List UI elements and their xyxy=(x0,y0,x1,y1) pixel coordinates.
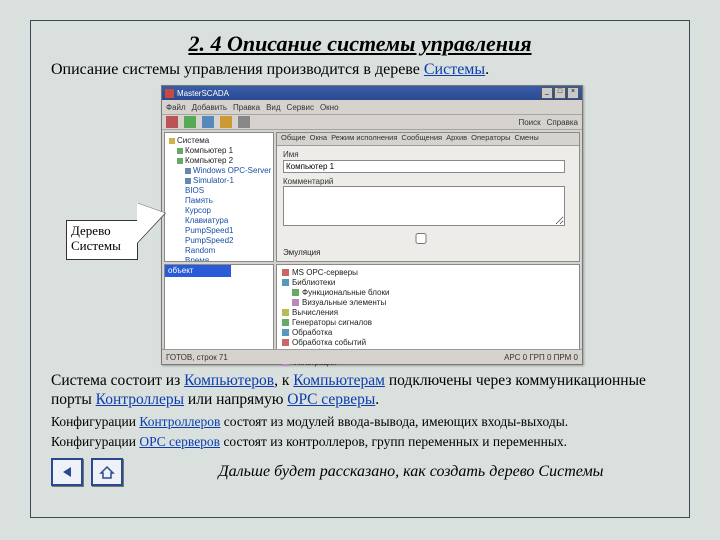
intro-link-system[interactable]: Системы xyxy=(424,61,485,78)
link-computers[interactable]: Компьютеров xyxy=(184,372,274,389)
menubar: Файл Добавить Правка Вид Сервис Окно xyxy=(162,100,582,115)
menu-item[interactable]: Сервис xyxy=(287,103,314,112)
menu-item[interactable]: Добавить xyxy=(192,103,227,112)
tb-icon[interactable] xyxy=(184,116,196,128)
tb-icon[interactable] xyxy=(166,116,178,128)
tb-icon[interactable] xyxy=(202,116,214,128)
window-title: MasterSCADA xyxy=(177,89,229,98)
comment-input[interactable] xyxy=(283,186,565,226)
page-heading: 2. 4 Описание системы управления xyxy=(51,31,669,57)
prop-tab[interactable]: Операторы xyxy=(471,133,510,145)
prop-tab[interactable]: Смены xyxy=(514,133,538,145)
paragraph-2: Конфигурации Контроллеров состоят из мод… xyxy=(51,414,669,430)
link-opc-cfg[interactable]: OPC серверов xyxy=(139,434,220,449)
home-icon xyxy=(99,465,115,479)
link-controllers[interactable]: Контроллеры xyxy=(96,391,184,408)
prop-tab[interactable]: Окна xyxy=(310,133,327,145)
menu-item[interactable]: Вид xyxy=(266,103,280,112)
prop-tab[interactable]: Общие xyxy=(281,133,306,145)
link-opc[interactable]: OPC серверы xyxy=(287,391,375,408)
statusbar: ГОТОВ, строк 71 АРС 0 ГРП 0 ПРМ 0 xyxy=(162,349,582,364)
tree-panel[interactable]: Система Компьютер 1 Компьютер 2 Windows … xyxy=(164,132,274,262)
name-input[interactable] xyxy=(283,160,565,173)
home-button[interactable] xyxy=(91,458,123,486)
titlebar: MasterSCADA _ □ × xyxy=(162,86,582,100)
comment-label: Комментарий xyxy=(283,177,573,186)
intro-tail: . xyxy=(485,61,489,78)
paragraph-1: Система состоит из Компьютеров, к Компью… xyxy=(51,371,669,410)
paragraph-3: Конфигурации OPC серверов состоят из кон… xyxy=(51,434,669,450)
properties-panel: Общие Окна Режим исполнения Сообщения Ар… xyxy=(276,132,580,262)
toolbar: Поиск Справка xyxy=(162,115,582,130)
emulation-label: Эмуляция xyxy=(283,248,320,257)
window-icon xyxy=(165,89,174,98)
status-right: АРС 0 ГРП 0 ПРМ 0 xyxy=(504,353,578,362)
tb-icon[interactable] xyxy=(238,116,250,128)
object-header: объект xyxy=(165,265,231,277)
status-left: ГОТОВ, строк 71 xyxy=(166,353,228,362)
link-controllers-cfg[interactable]: Контроллеров xyxy=(139,414,220,429)
menu-item[interactable]: Правка xyxy=(233,103,260,112)
name-label: Имя xyxy=(283,150,573,159)
menu-item[interactable]: Окно xyxy=(320,103,339,112)
minimize-button[interactable]: _ xyxy=(541,87,553,99)
app-window: MasterSCADA _ □ × Файл Добавить Правка В… xyxy=(161,85,583,365)
maximize-button[interactable]: □ xyxy=(554,87,566,99)
prop-tab[interactable]: Сообщения xyxy=(401,133,442,145)
intro-text: Описание системы управления производится… xyxy=(51,61,424,78)
toolbar-link-help[interactable]: Справка xyxy=(547,118,578,127)
close-button[interactable]: × xyxy=(567,87,579,99)
prev-button[interactable] xyxy=(51,458,83,486)
arrow-left-icon xyxy=(60,465,74,479)
callout-label: Дерево Системы xyxy=(66,220,138,260)
menu-item[interactable]: Файл xyxy=(166,103,186,112)
prop-tab[interactable]: Режим исполнения xyxy=(331,133,397,145)
prop-tab[interactable]: Архив xyxy=(446,133,467,145)
intro-paragraph: Описание системы управления производится… xyxy=(51,61,669,79)
screenshot-area: MasterSCADA _ □ × Файл Добавить Правка В… xyxy=(91,85,669,365)
toolbar-link-search[interactable]: Поиск xyxy=(518,118,540,127)
link-computers2[interactable]: Компьютерам xyxy=(293,372,385,389)
emulation-checkbox[interactable] xyxy=(283,233,559,244)
tb-icon[interactable] xyxy=(220,116,232,128)
footer-note: Дальше будет рассказано, как создать дер… xyxy=(153,463,669,481)
